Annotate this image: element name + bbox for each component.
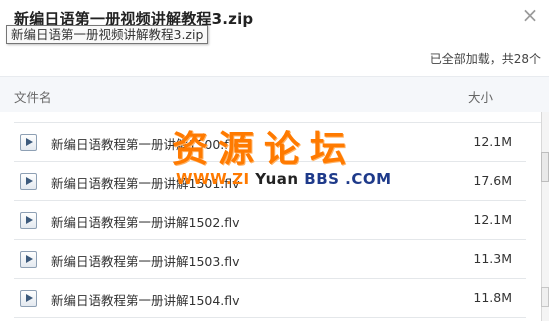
file-row[interactable]: 新编日语教程第一册讲解1502.flv 12.1M xyxy=(14,201,526,240)
file-row[interactable]: 新编日语教程第一册讲解1501.flv 17.6M xyxy=(14,162,526,201)
file-row[interactable]: 新编日语教程第一册讲解1500.flv 12.1M xyxy=(14,123,526,162)
title-tooltip: 新编日语第一册视频讲解教程3.zip xyxy=(6,25,209,44)
file-name: 新编日语教程第一册讲解1504.flv xyxy=(51,293,240,308)
file-size: 12.1M xyxy=(473,212,512,227)
file-list: 新编日语教程第一册讲解1500.flv 12.1M 新编日语教程第一册讲解150… xyxy=(0,112,549,321)
file-size: 11.3M xyxy=(473,251,512,266)
scroll-arrow-icon[interactable] xyxy=(541,287,549,307)
file-size: 11.8M xyxy=(473,290,512,305)
close-icon[interactable]: × xyxy=(521,5,539,25)
vertical-scrollbar[interactable] xyxy=(541,112,549,321)
column-size[interactable]: 大小 xyxy=(468,87,493,106)
file-row[interactable]: 新编日语教程第一册讲解1503.flv 11.3M xyxy=(14,240,526,279)
file-size: 12.1M xyxy=(473,134,512,149)
video-file-icon xyxy=(20,173,37,190)
file-name: 新编日语教程第一册讲解1500.flv xyxy=(51,137,240,152)
file-name: 新编日语教程第一册讲解1503.flv xyxy=(51,254,240,269)
video-file-icon xyxy=(20,212,37,229)
file-name: 新编日语教程第一册讲解1501.flv xyxy=(51,176,240,191)
video-file-icon xyxy=(20,134,37,151)
video-file-icon xyxy=(20,290,37,307)
column-filename[interactable]: 文件名 xyxy=(14,87,52,106)
file-row[interactable]: 新编日语教程第一册讲解1504.flv 11.8M xyxy=(14,279,526,318)
column-header: 文件名 大小 xyxy=(0,76,549,129)
load-status: 已全部加载，共28个 xyxy=(429,52,541,66)
dialog-header: 新编日语第一册视频讲解教程3.zip × 新编日语第一册视频讲解教程3.zip … xyxy=(0,0,549,76)
video-file-icon xyxy=(20,251,37,268)
file-name: 新编日语教程第一册讲解1502.flv xyxy=(51,215,240,230)
file-size: 17.6M xyxy=(473,173,512,188)
scrollbar-thumb[interactable] xyxy=(541,152,549,182)
